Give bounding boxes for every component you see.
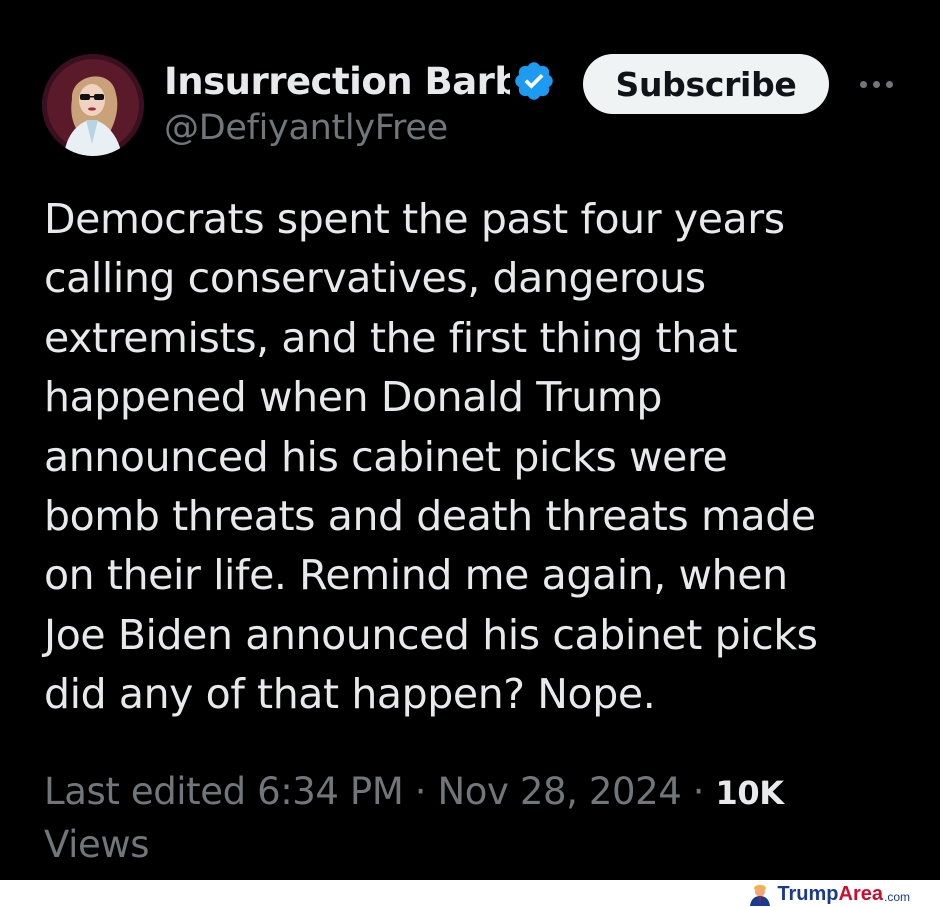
tweet-text: Democrats spent the past four years call… [44,190,924,725]
tweet-line: Democrats spent the past four years [44,195,785,243]
meta-separator: · [681,770,716,813]
tweet-card: Insurrection Barbie @DefiyantlyFree Subs… [0,0,940,880]
subscribe-button[interactable]: Subscribe [583,54,829,114]
views-count: 10K [715,774,785,812]
avatar-image [42,54,144,156]
views-label: Views [44,823,150,866]
tweet-line: did any of that happen? Nope. [44,670,656,719]
tweet-date[interactable]: Nov 28, 2024 [437,770,681,813]
meta-separator: · [403,770,438,813]
tweet-line: happened when Donald Trump [44,373,663,422]
tweet-line: on their life. Remind me again, when [44,551,788,600]
more-dot [885,80,893,88]
tweet-line: bomb threats and death threats made [44,492,816,541]
author-name-row[interactable]: Insurrection Barbie [164,56,556,106]
more-dot [859,80,867,88]
watermark-bar: Trump Area .com [0,880,940,907]
tweet-line: Joe Biden announced his cabinet picks [44,610,818,659]
watermark-tld: .com [883,890,910,904]
watermark-text-part2: Area [838,882,883,905]
author-handle[interactable]: @DefiyantlyFree [164,108,448,148]
trump-figure-icon [750,885,771,906]
site-watermark: Trump Area .com [747,882,910,906]
avatar[interactable] [42,54,144,156]
tweet-line: announced his cabinet picks were [44,432,728,481]
tweet-line: calling conservatives, dangerous [44,254,706,303]
tweet-meta: Last edited 6:34 PM · Nov 28, 2024 · 10K… [44,766,904,871]
tweet-line: extremists, and the first thing that [44,313,738,362]
more-options-icon[interactable] [850,64,902,104]
author-display-name[interactable]: Insurrection Barbie [164,60,510,103]
verified-badge-icon [515,62,553,100]
more-dot [872,80,880,88]
watermark-text-part1: Trump [777,882,839,905]
edited-timestamp[interactable]: Last edited 6:34 PM [44,770,404,813]
